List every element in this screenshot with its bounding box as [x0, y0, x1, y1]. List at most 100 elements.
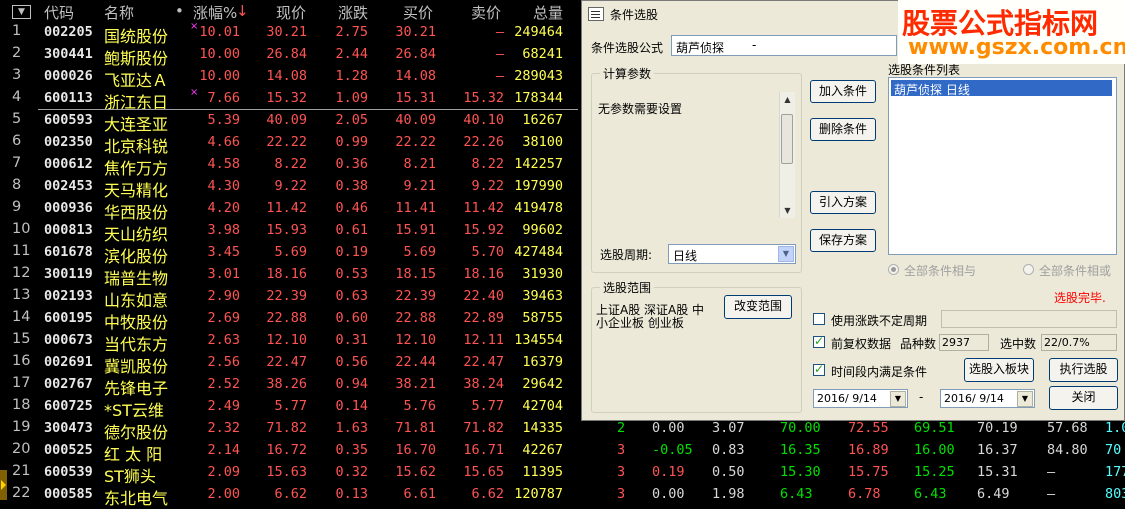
stock-code: 000673 [44, 332, 93, 348]
row-index: 21 [12, 463, 31, 479]
stock-code: 002691 [44, 354, 93, 370]
header-price[interactable]: 现价 [276, 2, 306, 23]
header-change[interactable]: 涨跌 [338, 2, 368, 23]
close-button[interactable]: 关闭 [1049, 386, 1118, 410]
volume: 120787 [514, 486, 563, 502]
extra-cell: 0.00 [652, 420, 685, 436]
volume: 14335 [522, 420, 563, 436]
import-scheme-button[interactable]: 引入方案 [810, 191, 876, 214]
price: 30.21 [266, 24, 307, 40]
radio-all-and-label: 全部条件相与 [904, 264, 977, 278]
dialog-title: 条件选股 [610, 8, 659, 22]
formula-select[interactable]: 葫芦侦探 - [671, 35, 897, 56]
expand-left-icon[interactable] [0, 470, 7, 500]
uncertain-period-checkbox[interactable] [813, 313, 825, 325]
change: 1.28 [335, 68, 368, 84]
stock-code: 600113 [44, 90, 93, 106]
condition-list-item[interactable]: 葫芦侦探 日线 [891, 80, 1112, 97]
radio-all-or-label: 全部条件相或 [1039, 264, 1112, 278]
flag-mark: × [190, 87, 199, 98]
date-from-picker[interactable]: 2016/ 9/14 ▼ [813, 389, 908, 408]
change: 0.19 [335, 244, 368, 260]
date-separator: - [919, 390, 924, 404]
pct-change: 2.69 [207, 310, 240, 326]
header-bid[interactable]: 买价 [403, 2, 433, 23]
header-name[interactable]: 名称 [104, 2, 134, 23]
header-ask[interactable]: 卖价 [471, 2, 501, 23]
ask-price: 9.22 [471, 178, 504, 194]
ask-price: 38.24 [463, 376, 504, 392]
row-index: 15 [12, 331, 31, 347]
period-select[interactable]: 日线 ▼ [668, 244, 796, 264]
bid-price: 15.31 [395, 90, 436, 106]
add-condition-button[interactable]: 加入条件 [810, 80, 876, 103]
window-icon [588, 7, 604, 21]
extra-cell: 3 [617, 464, 626, 480]
row-index: 22 [12, 485, 31, 501]
to-block-button[interactable]: 选股入板块 [964, 358, 1034, 382]
bid-price: 9.21 [403, 178, 436, 194]
extra-cell: 6.43 [914, 486, 947, 502]
price: 71.82 [266, 420, 307, 436]
extra-cell: 177 [1105, 464, 1125, 480]
table-row[interactable]: 20 000525 红 太 阳 2.14 16.72 0.35 16.70 16.71 4226… [0, 440, 1125, 464]
params-scrollbar[interactable]: ▲ ▼ [779, 92, 795, 218]
bid-price: 11.41 [395, 200, 436, 216]
bid-price: 38.21 [395, 376, 436, 392]
params-text: 无参数需要设置 [598, 102, 683, 116]
extra-cell: 15.25 [914, 464, 955, 480]
extra-cell: 69.51 [914, 420, 955, 436]
delete-condition-button[interactable]: 删除条件 [810, 118, 876, 141]
chevron-down-icon[interactable]: ▼ [1017, 391, 1033, 407]
count-field: 2937 [939, 334, 989, 351]
condition-list[interactable]: 葫芦侦探 日线 [888, 77, 1117, 255]
row-index: 16 [12, 353, 31, 369]
bid-price: 12.10 [395, 332, 436, 348]
table-row[interactable]: 21 600539 ST狮头 2.09 15.63 0.32 15.62 15.65 11395… [0, 462, 1125, 486]
header-volume[interactable]: 总量 [533, 2, 563, 23]
extra-cell: 3 [617, 486, 626, 502]
radio-all-and[interactable] [888, 264, 899, 275]
radio-all-or[interactable] [1023, 264, 1034, 275]
bid-price: 14.08 [395, 68, 436, 84]
row-index: 3 [12, 67, 22, 83]
scroll-thumb[interactable] [781, 114, 793, 164]
price: 15.63 [266, 464, 307, 480]
ask-price: 15.65 [463, 464, 504, 480]
pct-change: 3.98 [207, 222, 240, 238]
extra-cell: 70 [1105, 442, 1122, 458]
chevron-down-icon[interactable]: ▼ [778, 246, 794, 262]
header-pct[interactable]: 涨幅% [193, 2, 237, 23]
scroll-down-icon[interactable]: ▼ [780, 203, 795, 218]
change: 0.63 [335, 288, 368, 304]
scroll-up-icon[interactable]: ▲ [780, 92, 795, 107]
extra-cell: 1.0 [1105, 420, 1125, 436]
selected-label: 选中数 [1000, 337, 1037, 351]
fq-data-checkbox[interactable] [813, 334, 825, 348]
date-to-picker[interactable]: 2016/ 9/14 ▼ [940, 389, 1035, 408]
ask-price: 5.77 [471, 398, 504, 414]
stock-code: 002767 [44, 376, 93, 392]
pct-change: 2.56 [207, 354, 240, 370]
range-text-2: 小企业板 创业板 [596, 316, 684, 330]
extra-cell: 3.07 [712, 420, 745, 436]
price: 15.32 [266, 90, 307, 106]
stock-code: 000525 [44, 442, 93, 458]
table-row[interactable]: 19 300473 德尔股份 2.32 71.82 1.63 71.81 71.82 14335… [0, 418, 1125, 442]
chevron-down-icon[interactable]: ▼ [890, 391, 906, 407]
change-range-button[interactable]: 改变范围 [724, 295, 792, 319]
volume: 42267 [522, 442, 563, 458]
execute-button[interactable]: 执行选股 [1049, 358, 1118, 382]
save-scheme-button[interactable]: 保存方案 [810, 229, 876, 252]
volume: 178344 [514, 90, 563, 106]
table-row[interactable]: 22 000585 东北电气 2.00 6.62 0.13 6.61 6.62 120787 3 0… [0, 484, 1125, 508]
extra-cell: 70.00 [780, 420, 821, 436]
row-index: 10 [12, 221, 31, 237]
stock-code: 000936 [44, 200, 93, 216]
params-group-title: 计算参数 [600, 65, 655, 82]
row-index: 9 [12, 199, 22, 215]
extra-cell: 1.98 [712, 486, 745, 502]
header-code[interactable]: 代码 [44, 2, 74, 23]
column-menu-button[interactable]: ▼ [12, 5, 31, 19]
period-range-checkbox[interactable] [813, 362, 825, 376]
